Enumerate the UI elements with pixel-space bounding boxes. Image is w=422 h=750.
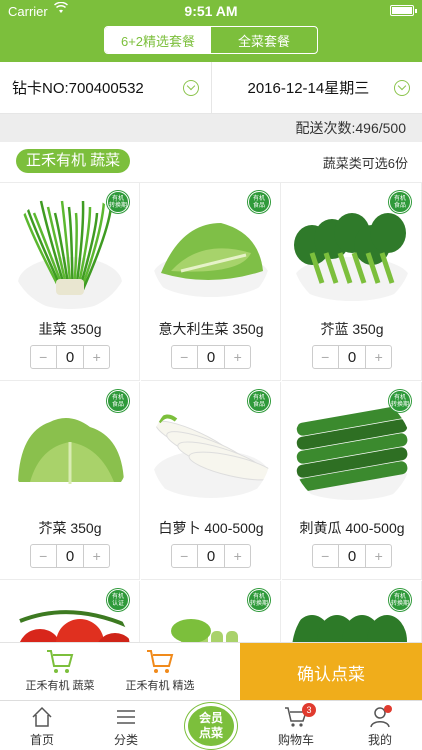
quantity-value[interactable]: 0 (196, 346, 226, 368)
card-selector[interactable]: 钻卡NO:700400532 (0, 62, 211, 113)
tab-category-label: 分类 (113, 733, 138, 747)
chevron-down-icon[interactable] (182, 80, 199, 96)
date-selector[interactable]: 2016-12-14星期三 (210, 62, 422, 113)
quantity-value[interactable]: 0 (55, 346, 85, 368)
quantity-stepper: −0 + (171, 345, 251, 369)
tab-bar: 首页 分类 会员 点菜 购物车 3 我的 (0, 700, 422, 750)
quantity-stepper: −0 + (312, 544, 392, 568)
tab-mine-label: 我的 (367, 733, 392, 747)
product-card[interactable]: 有机 转换期刺黄瓜 400-500g −0 + (282, 382, 422, 580)
organic-badge: 有机 食品 (389, 191, 411, 213)
clock: 9:51 AM (184, 3, 238, 19)
product-name: 芥蓝 350g (320, 321, 384, 337)
quantity-value[interactable]: 0 (337, 545, 367, 567)
chevron-down-icon[interactable] (394, 80, 410, 96)
organic-badge: 有机 食品 (248, 390, 270, 412)
quantity-stepper: −0 + (312, 345, 392, 369)
product-name: 白萝卜 400-500g (158, 520, 264, 536)
cart-icon (146, 649, 174, 675)
battery-icon (390, 5, 417, 16)
product-grid: 有机 转换期 韭菜 350g −0 + 有机 食品 意大利生菜 350g −0 + 有机 食品 芥蓝 3… (0, 182, 422, 642)
category-row: 正禾有机 蔬菜 蔬菜类可选6份 (0, 142, 422, 182)
header: Carrier 9:51 AM 6+2精选套餐 全菜套餐 (0, 0, 422, 62)
tab-cart-label: 购物车 (277, 733, 314, 747)
organic-badge: 有机 转换期 (107, 191, 129, 213)
segment-full-package[interactable]: 全菜套餐 (211, 27, 317, 53)
confirm-order-button[interactable]: 确认点菜 (240, 643, 422, 701)
quantity-stepper: −0 + (30, 544, 110, 568)
list-icon (114, 705, 138, 729)
category-note: 蔬菜类可选6份 (322, 156, 408, 171)
product-name: 意大利生菜 350g (158, 321, 264, 337)
package-veg[interactable]: 正禾有机 蔬菜 (10, 647, 110, 693)
cart-icon (46, 649, 74, 675)
increment-button[interactable]: + (84, 545, 109, 567)
quantity-value[interactable]: 0 (196, 545, 226, 567)
quantity-value[interactable]: 0 (55, 545, 85, 567)
tab-home-label: 首页 (29, 733, 54, 747)
decrement-button[interactable]: − (31, 346, 56, 368)
organic-badge: 有机 转换期 (389, 589, 411, 611)
product-card[interactable]: 有机 食品芥菜 350g −0 + (0, 382, 140, 580)
package-label: 正禾有机 精选 (125, 680, 195, 692)
increment-button[interactable]: + (225, 545, 250, 567)
organic-badge: 有机 食品 (107, 390, 129, 412)
increment-button[interactable]: + (84, 346, 109, 368)
quantity-stepper: −0 + (171, 544, 251, 568)
package-segmented-control: 6+2精选套餐 全菜套餐 (104, 26, 318, 54)
category-pill: 正禾有机 蔬菜 (16, 149, 131, 173)
tab-category[interactable]: 分类 (84, 705, 168, 748)
decrement-button[interactable]: − (31, 545, 56, 567)
increment-button[interactable]: + (366, 346, 391, 368)
quantity-value[interactable]: 0 (337, 346, 367, 368)
selector-row: 钻卡NO:700400532 2016-12-14星期三 (0, 62, 422, 114)
product-card[interactable]: 有机 食品白萝卜 400-500g −0 + (141, 382, 281, 580)
package-label: 正禾有机 蔬菜 (25, 680, 95, 692)
organic-badge: 有机 转换期 (389, 390, 411, 412)
product-card[interactable]: 有机 食品意大利生菜 350g −0 + (141, 183, 281, 381)
increment-button[interactable]: + (225, 346, 250, 368)
tab-home[interactable]: 首页 (0, 705, 84, 748)
home-icon (30, 705, 54, 729)
package-bar: 正禾有机 蔬菜 正禾有机 精选 确认点菜 (0, 642, 422, 701)
segment-selected-package[interactable]: 6+2精选套餐 (105, 27, 211, 53)
delivery-date: 2016-12-14星期三 (247, 80, 370, 97)
product-name: 韭菜 350g (38, 321, 102, 337)
tab-member-label: 会员 点菜 (198, 711, 223, 740)
decrement-button[interactable]: − (313, 346, 338, 368)
product-card[interactable]: 有机 食品芥蓝 350g −0 + (282, 183, 422, 381)
tab-member-order[interactable]: 会员 点菜 (185, 703, 237, 749)
package-select[interactable]: 正禾有机 精选 (110, 647, 210, 693)
increment-button[interactable]: + (366, 545, 391, 567)
decrement-button[interactable]: − (313, 545, 338, 567)
status-bar: Carrier 9:51 AM (0, 0, 422, 22)
organic-badge: 有机 认证 (107, 589, 129, 611)
organic-badge: 有机 转换期 (248, 589, 270, 611)
product-card[interactable]: 有机 认证 (0, 581, 140, 642)
tab-cart[interactable]: 购物车 (254, 705, 338, 748)
card-number: 钻卡NO:700400532 (12, 80, 144, 97)
notification-dot (384, 705, 392, 713)
product-name: 刺黄瓜 400-500g (299, 520, 405, 536)
quantity-stepper: −0 + (30, 345, 110, 369)
product-card[interactable]: 有机 转换期 (141, 581, 281, 642)
product-card[interactable]: 有机 转换期 (282, 581, 422, 642)
product-name: 芥菜 350g (38, 520, 102, 536)
cart-count-badge: 3 (302, 703, 316, 717)
delivery-count: 配送次数:496/500 (0, 114, 422, 142)
product-card[interactable]: 有机 转换期韭菜 350g −0 + (0, 183, 140, 381)
organic-badge: 有机 食品 (248, 191, 270, 213)
decrement-button[interactable]: − (172, 346, 197, 368)
decrement-button[interactable]: − (172, 545, 197, 567)
tab-mine[interactable]: 我的 (338, 705, 422, 748)
